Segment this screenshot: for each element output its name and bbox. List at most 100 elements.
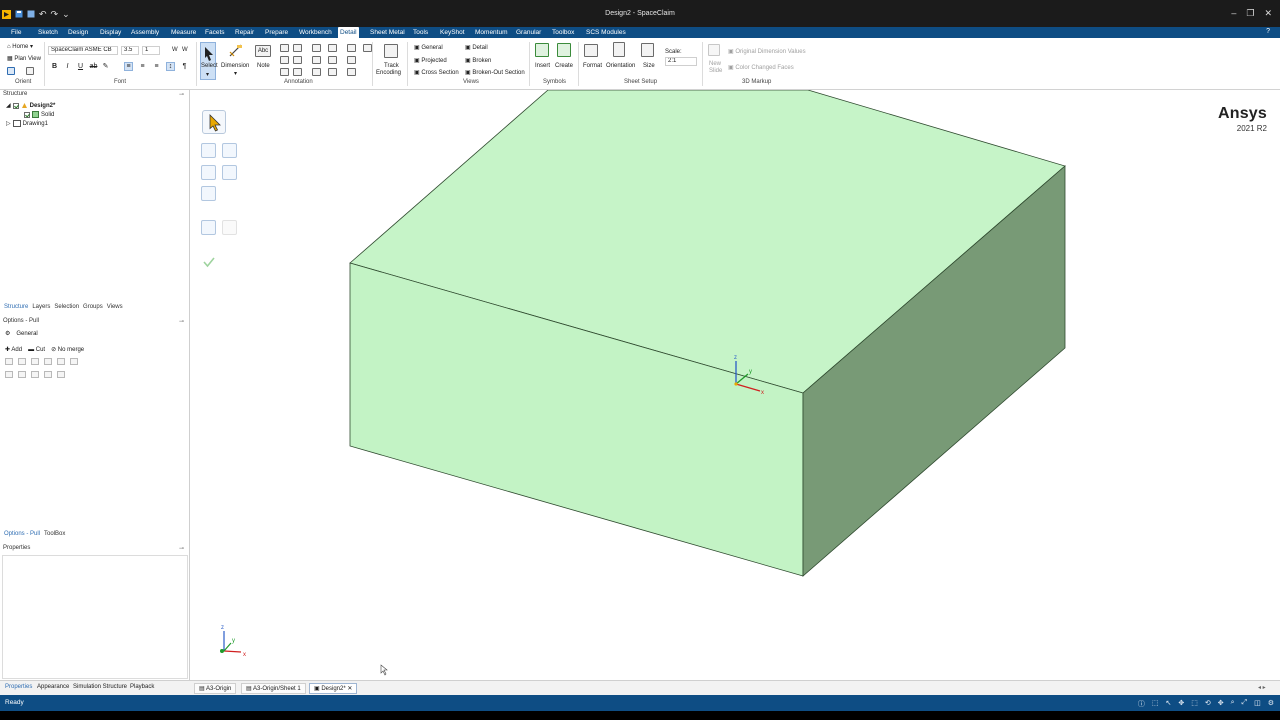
close-button[interactable]: ✕ bbox=[1264, 8, 1272, 19]
pull-pivot-tool[interactable] bbox=[222, 143, 237, 158]
size-icon[interactable] bbox=[641, 43, 654, 57]
minimize-button[interactable]: – bbox=[1231, 8, 1236, 19]
doc-tab-a3-origin[interactable]: ▤ A3-Origin bbox=[194, 683, 237, 694]
tab-playback[interactable]: Playback bbox=[130, 684, 154, 690]
pull-option-icon[interactable] bbox=[44, 358, 52, 365]
tree-item-design[interactable]: ◢ Design2* bbox=[6, 102, 55, 109]
pull-direction-tool[interactable] bbox=[201, 143, 216, 158]
insert-symbol-icon[interactable] bbox=[535, 43, 549, 57]
dimension-icon[interactable] bbox=[228, 43, 244, 59]
annotation-hatch-icon[interactable] bbox=[347, 44, 356, 52]
note-button[interactable]: Note bbox=[257, 63, 270, 69]
no-merge-option[interactable]: ⊘ No merge bbox=[51, 346, 84, 353]
visibility-checkbox[interactable] bbox=[24, 111, 30, 118]
tab-keyshot[interactable]: KeyShot bbox=[438, 27, 467, 38]
broken-out-section-button[interactable]: ▣ Broken-Out Section bbox=[465, 69, 525, 76]
orientation-icon[interactable] bbox=[613, 42, 625, 57]
annotation-line-icon[interactable] bbox=[280, 44, 289, 52]
expand-icon[interactable]: ▷ bbox=[6, 120, 11, 127]
annotation-datum-icon[interactable] bbox=[293, 56, 302, 64]
structure-pin-icon[interactable]: ⊸ bbox=[179, 91, 184, 98]
tab-appearance[interactable]: Appearance bbox=[37, 684, 69, 690]
italic-button[interactable]: I bbox=[63, 62, 72, 71]
annotation-vertical-icon[interactable] bbox=[280, 56, 289, 64]
annotation-check-icon[interactable] bbox=[328, 68, 337, 76]
settings-icon[interactable]: ⚙ bbox=[1268, 699, 1274, 709]
scene-canvas[interactable]: z x y z x y bbox=[193, 90, 1280, 680]
tab-file[interactable]: File bbox=[9, 27, 23, 38]
pan-icon[interactable]: ✥ bbox=[1218, 699, 1224, 709]
size-button[interactable]: Size bbox=[643, 63, 655, 69]
broken-view-button[interactable]: ▣ Broken bbox=[465, 57, 491, 64]
projected-view-button[interactable]: ▣ Projected bbox=[414, 57, 447, 64]
collapse-icon[interactable]: ◢ bbox=[6, 102, 11, 109]
tab-repair[interactable]: Repair bbox=[233, 27, 256, 38]
align-left-icon[interactable]: ≡ bbox=[124, 62, 133, 71]
snap-view-icon[interactable] bbox=[26, 67, 34, 75]
doc-tab-a3-origin-sheet1[interactable]: ▤ A3-Origin/Sheet 1 bbox=[241, 683, 306, 694]
underline-button[interactable]: U bbox=[76, 62, 85, 71]
properties-pin-icon[interactable]: ⊸ bbox=[179, 545, 184, 552]
pull-both-sides-tool[interactable] bbox=[201, 165, 216, 180]
font-width-icon[interactable]: W bbox=[172, 47, 178, 53]
help-icon[interactable]: ? bbox=[1266, 28, 1270, 35]
format-button[interactable]: Format bbox=[583, 63, 602, 69]
tab-sketch[interactable]: Sketch bbox=[36, 27, 60, 38]
paragraph-icon[interactable]: ¶ bbox=[180, 62, 189, 71]
tab-granular[interactable]: Granular bbox=[514, 27, 543, 38]
tab-workbench[interactable]: Workbench bbox=[297, 27, 334, 38]
orientation-button[interactable]: Orientation bbox=[606, 63, 635, 69]
tab-views[interactable]: Views bbox=[107, 302, 123, 312]
properties-grid[interactable] bbox=[2, 555, 188, 679]
doc-tab-design2[interactable]: ▣ Design2* ✕ bbox=[309, 683, 358, 694]
tab-groups[interactable]: Groups bbox=[83, 302, 103, 312]
tab-design[interactable]: Design bbox=[66, 27, 90, 38]
pull-option-icon[interactable] bbox=[57, 371, 65, 378]
plan-view-button[interactable]: ▦ Plan View bbox=[7, 55, 41, 62]
detail-view-button[interactable]: ▣ Detail bbox=[465, 44, 488, 51]
pull-option-icon[interactable] bbox=[5, 358, 13, 365]
track-encoding-icon[interactable] bbox=[384, 44, 398, 58]
tab-selection[interactable]: Selection bbox=[54, 302, 79, 312]
pull-option-icon[interactable] bbox=[31, 358, 39, 365]
complete-check-icon[interactable] bbox=[203, 256, 215, 268]
view-style-icon[interactable] bbox=[7, 67, 15, 75]
annotation-grid-icon[interactable] bbox=[363, 44, 372, 52]
add-option[interactable]: ✚ Add bbox=[5, 346, 22, 353]
note-icon[interactable]: Abc bbox=[255, 45, 271, 57]
pull-sweep-tool[interactable] bbox=[201, 186, 216, 201]
tree-item-solid[interactable]: Solid bbox=[24, 111, 54, 118]
close-tab-icon[interactable]: ✕ bbox=[347, 686, 352, 692]
font-scale-combo[interactable]: 1 bbox=[142, 46, 160, 55]
general-view-button[interactable]: ▣ General bbox=[414, 44, 443, 51]
options-pin-icon[interactable]: ⊸ bbox=[179, 318, 184, 325]
font-size-combo[interactable]: 3.5 bbox=[121, 46, 139, 55]
annotation-hole-icon[interactable] bbox=[293, 68, 302, 76]
tab-properties[interactable]: Properties bbox=[5, 684, 32, 690]
pointer-icon[interactable]: ↖ bbox=[1165, 699, 1171, 709]
annotation-surface-icon[interactable] bbox=[312, 56, 321, 64]
tab-scroll-icon[interactable]: ◂ ▸ bbox=[1258, 684, 1266, 691]
pull-option-icon[interactable] bbox=[70, 358, 78, 365]
home-button[interactable]: ⌂ Home ▾ bbox=[7, 43, 33, 50]
3d-viewport[interactable]: z x y z x y Ansys 2021 R2 bbox=[193, 90, 1280, 680]
insert-symbol-button[interactable]: Insert bbox=[535, 63, 550, 69]
tab-simulation-structure[interactable]: Simulation Structure bbox=[73, 684, 127, 690]
annotation-center-mark-icon[interactable] bbox=[280, 68, 289, 76]
cut-option[interactable]: ▬ Cut bbox=[28, 347, 45, 353]
create-symbol-icon[interactable] bbox=[557, 43, 571, 57]
scale-combo[interactable]: 2:1 bbox=[665, 57, 697, 66]
view-icon[interactable]: ◫ bbox=[1254, 699, 1261, 709]
bold-button[interactable]: B bbox=[50, 62, 59, 71]
pull-option-icon[interactable] bbox=[18, 358, 26, 365]
tab-prepare[interactable]: Prepare bbox=[263, 27, 290, 38]
annotation-table-icon[interactable] bbox=[328, 44, 337, 52]
tab-assembly[interactable]: Assembly bbox=[129, 27, 161, 38]
tab-options-pull[interactable]: Options - Pull bbox=[4, 529, 40, 539]
zoom-icon[interactable]: ⌕ bbox=[1231, 699, 1235, 709]
orbit-icon[interactable]: ⟲ bbox=[1205, 699, 1211, 709]
format-icon[interactable] bbox=[584, 44, 598, 57]
align-center-icon[interactable]: ≡ bbox=[138, 62, 147, 71]
tab-facets[interactable]: Facets bbox=[203, 27, 227, 38]
tab-toolbox[interactable]: ToolBox bbox=[44, 529, 65, 539]
